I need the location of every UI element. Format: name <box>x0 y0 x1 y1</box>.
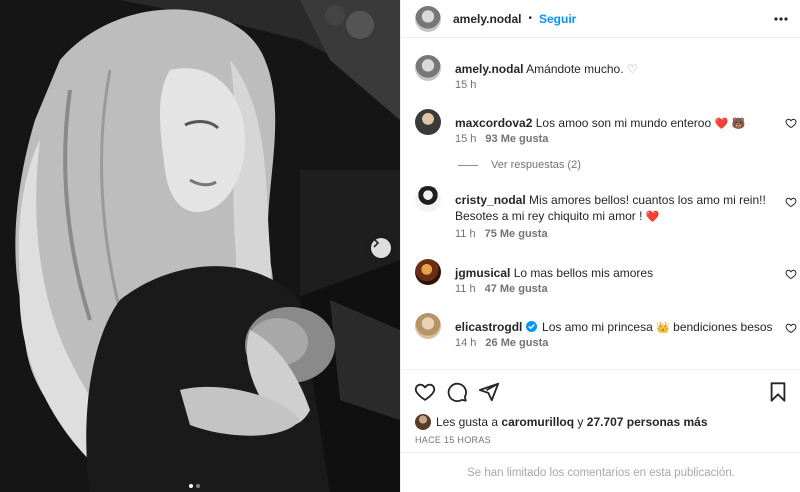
like-comment-heart-icon[interactable] <box>785 196 797 208</box>
crown-emoji: 👑 <box>656 321 670 334</box>
caption-body: amely.nodal Amándote mucho. ♡ <box>455 61 775 77</box>
post-timestamp[interactable]: HACE 15 HORAS <box>415 435 491 445</box>
comments-limited-text: Se han limitado los comentarios en esta … <box>467 466 735 479</box>
caption-username[interactable]: amely.nodal <box>455 62 523 76</box>
comments-limited-notice: Se han limitado los comentarios en esta … <box>401 452 800 492</box>
like-comment-heart-icon[interactable] <box>785 268 797 280</box>
caption-text: Amándote mucho. <box>526 62 624 76</box>
comment-meta: 15 h 93 Me gusta <box>455 133 548 145</box>
comment-avatar[interactable] <box>415 259 441 285</box>
likes-prefix: Les gusta a <box>436 415 499 429</box>
more-options-button[interactable] <box>771 9 791 29</box>
comment-text: Los amo mi princesa <box>542 320 653 334</box>
comment-body: cristy_nodal Mis amores bellos! cuantos … <box>455 192 775 225</box>
comment-time: 15 h <box>455 133 477 145</box>
comment-text: Los amoo son mi mundo enteroo <box>535 116 712 130</box>
verified-icon <box>525 321 537 332</box>
comment-emoji: ❤️ 🐻 <box>714 117 746 130</box>
comment-username[interactable]: jgmusical <box>455 266 510 280</box>
carousel-dot-2 <box>196 484 200 488</box>
comment-body: elicastrogdl Los amo mi princesa 👑 bendi… <box>455 319 775 336</box>
like-comment-heart-icon[interactable] <box>785 322 797 334</box>
caption-time: 15 h <box>455 79 477 91</box>
view-replies-label: Ver respuestas (2) <box>491 159 581 171</box>
post-sidebar: amely.nodal • Seguir amely.nodal Amándot… <box>400 0 800 492</box>
post-actions <box>401 369 800 411</box>
comment-emoji: ❤️ <box>645 210 660 223</box>
carousel-indicator <box>189 484 200 488</box>
likes-count[interactable]: 27.707 personas más <box>587 415 708 429</box>
comment-avatar[interactable] <box>415 313 441 339</box>
heart-icon[interactable] <box>414 381 436 403</box>
comment-time: 11 h <box>455 283 476 295</box>
carousel-next-button[interactable] <box>371 238 391 258</box>
replies-divider <box>458 164 478 166</box>
comments-list: amely.nodal Amándote mucho. ♡ 15 h maxco… <box>401 39 800 369</box>
comment-body: jgmusical Lo mas bellos mis amores <box>455 265 775 281</box>
caption-meta: 15 h <box>455 79 476 91</box>
comment-username[interactable]: cristy_nodal <box>455 193 526 207</box>
bookmark-icon[interactable] <box>767 381 789 403</box>
comment-time: 14 h <box>455 337 477 349</box>
comment-text-continued: bendiciones besos <box>673 320 773 334</box>
comment-text: Lo mas bellos mis amores <box>513 266 654 280</box>
likes-summary: Les gusta a caromurilloq y 27.707 person… <box>415 414 708 430</box>
comment-likes[interactable]: 93 Me gusta <box>485 133 548 145</box>
share-icon[interactable] <box>478 381 500 403</box>
heart-outline-icon: ♡ <box>626 62 638 76</box>
author-avatar[interactable] <box>415 5 441 32</box>
comment-avatar[interactable] <box>415 186 441 212</box>
instagram-post: amely.nodal • Seguir amely.nodal Amándot… <box>0 0 800 492</box>
likes-joiner: y <box>577 415 584 429</box>
comment-likes[interactable]: 26 Me gusta <box>485 337 548 349</box>
post-photo[interactable] <box>0 0 400 492</box>
author-username[interactable]: amely.nodal <box>453 12 521 26</box>
more-icon <box>774 17 788 21</box>
liker-username[interactable]: caromurilloq <box>501 415 574 429</box>
caption-avatar[interactable] <box>415 55 441 81</box>
post-header: amely.nodal • Seguir <box>401 0 800 38</box>
carousel-dot-1 <box>189 484 193 488</box>
comment-time: 11 h <box>455 228 476 240</box>
photo-illustration <box>0 0 400 492</box>
comment-avatar[interactable] <box>415 109 441 135</box>
header-separator: • <box>528 13 532 24</box>
chevron-right-icon <box>373 238 380 248</box>
comment-username[interactable]: maxcordova2 <box>455 116 532 130</box>
comment-meta: 11 h 75 Me gusta <box>455 228 548 240</box>
follow-button[interactable]: Seguir <box>539 12 576 26</box>
comment-body: maxcordova2 Los amoo son mi mundo entero… <box>455 115 775 132</box>
comment-meta: 11 h 47 Me gusta <box>455 283 548 295</box>
comment-meta: 14 h 26 Me gusta <box>455 337 548 349</box>
view-replies-button[interactable]: Ver respuestas (2) <box>458 159 581 171</box>
comment-username[interactable]: elicastrogdl <box>455 320 522 334</box>
comment-icon[interactable] <box>446 381 468 403</box>
liker-avatar[interactable] <box>415 414 431 430</box>
comment-likes[interactable]: 47 Me gusta <box>485 283 548 295</box>
like-comment-heart-icon[interactable] <box>785 117 797 129</box>
comment-likes[interactable]: 75 Me gusta <box>485 228 548 240</box>
